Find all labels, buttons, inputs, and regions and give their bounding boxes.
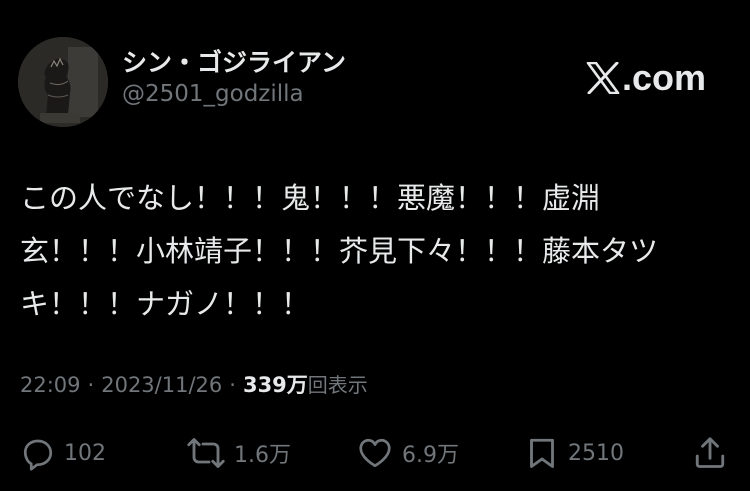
share-icon	[695, 437, 725, 468]
tweet-time[interactable]: 22:09	[20, 373, 81, 397]
tweet-action-bar: 102 1.6万 6.9万 2510	[0, 430, 750, 476]
like-count: 6.9万	[402, 443, 459, 468]
reply-count: 102	[64, 440, 106, 466]
reply-button[interactable]: 102	[20, 430, 106, 476]
meta-separator: ·	[87, 373, 95, 397]
x-com-brand: .com	[586, 57, 706, 99]
like-button[interactable]: 6.9万	[356, 430, 459, 476]
tweet-text-line: この人でなし！！！鬼！！！悪魔！！！虚淵	[20, 181, 601, 215]
meta-separator: ·	[229, 373, 236, 397]
reply-icon	[23, 439, 53, 471]
tweet-meta: 22:09 · 2023/11/26 · 339 万回表示	[20, 369, 368, 399]
tweet-text-line: キ！！！ナガノ！！！	[20, 287, 311, 321]
godzilla-figure-image	[18, 37, 108, 127]
repost-count: 1.6万	[234, 443, 291, 468]
bookmark-button[interactable]: 2510	[524, 430, 624, 476]
account-handle[interactable]: @2501_godzilla	[122, 81, 304, 107]
heart-icon	[359, 438, 391, 468]
tweet-text-line: 玄！！！小林靖子！！！芥見下々！！！藤本タツ	[20, 234, 659, 268]
views-unit: 万	[286, 373, 308, 397]
tweet-date[interactable]: 2023/11/26	[101, 373, 222, 397]
bookmark-icon	[530, 438, 554, 468]
views-label: 回表示	[307, 373, 368, 397]
repost-icon	[187, 438, 225, 468]
account-display-name[interactable]: シン・ゴジライアン	[122, 43, 346, 79]
share-button[interactable]	[692, 430, 728, 476]
tweet-text: この人でなし！！！鬼！！！悪魔！！！虚淵 玄！！！小林靖子！！！芥見下々！！！藤…	[20, 172, 720, 331]
avatar[interactable]	[18, 37, 108, 127]
bookmark-count: 2510	[568, 440, 624, 466]
views-count: 339	[242, 373, 287, 397]
repost-button[interactable]: 1.6万	[186, 430, 291, 476]
x-logo-icon	[586, 62, 620, 94]
brand-domain-label: .com	[621, 57, 706, 98]
